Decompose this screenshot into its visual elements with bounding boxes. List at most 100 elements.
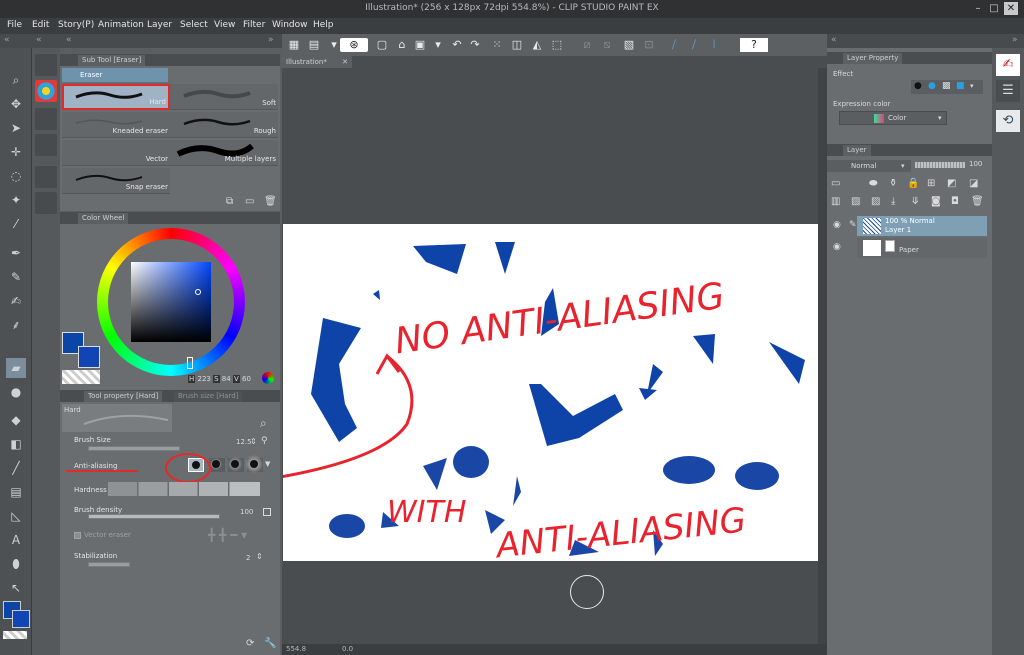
move-icon[interactable]: ✥ xyxy=(6,94,26,114)
pen-icon[interactable]: ✒ xyxy=(6,243,26,263)
menu-help[interactable]: Help xyxy=(313,20,334,30)
transparent-color-swatch[interactable] xyxy=(3,631,27,639)
tab-color-wheel[interactable]: Color Wheel xyxy=(78,213,129,224)
delete-subtool-icon[interactable]: 🗑 xyxy=(264,196,277,207)
new-raster-icon[interactable]: ▥ xyxy=(831,196,840,207)
brush-kneaded-eraser[interactable]: Kneaded eraser xyxy=(62,112,170,138)
transform-icon[interactable]: ⬚ xyxy=(550,38,564,52)
color-set-icon[interactable] xyxy=(35,166,57,188)
brush-hard[interactable]: Hard xyxy=(62,84,170,110)
close-tab-icon[interactable]: ✕ xyxy=(342,56,348,68)
expression-color-select[interactable]: Color ▾ xyxy=(839,111,947,125)
collapse-right-icon[interactable]: » xyxy=(1012,35,1018,45)
layer-property-icon[interactable]: ✍ xyxy=(996,54,1020,76)
layer-stack-icon[interactable]: ☰ xyxy=(996,80,1020,102)
menu-view[interactable]: View xyxy=(214,20,235,30)
undo-icon[interactable]: ↶ xyxy=(450,38,464,52)
saturation-value-square[interactable] xyxy=(131,262,211,342)
edit-pen-icon[interactable]: ✎ xyxy=(849,220,857,230)
menu-edit[interactable]: Edit xyxy=(32,20,49,30)
brush-snap-eraser[interactable]: Snap eraser xyxy=(62,168,170,194)
anti-aliasing-strong-button[interactable] xyxy=(247,458,263,472)
subtool-group-label[interactable]: Eraser xyxy=(62,68,168,82)
brush-icon[interactable]: ✍ xyxy=(6,291,26,311)
search-icon[interactable]: ⌕ xyxy=(260,416,267,431)
transparent-chip[interactable] xyxy=(62,370,100,384)
tab-subtool[interactable]: Sub Tool [Eraser] xyxy=(78,55,146,66)
apply-mask-icon[interactable]: ◘ xyxy=(951,196,959,207)
ruler-icon[interactable]: ◪ xyxy=(969,178,978,189)
pencil-icon[interactable]: ✎ xyxy=(6,267,26,287)
brush-size-icon[interactable] xyxy=(35,134,57,156)
collapse-right-icon[interactable]: » xyxy=(268,35,274,45)
deselect-icon[interactable]: ⁙ xyxy=(490,38,504,52)
pen-setting-icon[interactable]: ⧸ xyxy=(667,38,681,52)
vertical-scrollbar[interactable] xyxy=(818,68,827,644)
menu-icon[interactable]: ▤ xyxy=(307,38,321,52)
snap-grid-icon[interactable]: ▧ xyxy=(622,38,636,52)
layer-row[interactable]: Paper xyxy=(857,238,987,258)
pressure-icon[interactable]: ⚲ xyxy=(261,436,268,446)
tab-brush-size[interactable]: Brush size [Hard] xyxy=(174,391,243,402)
stepper-icon[interactable]: ⇕ xyxy=(250,437,257,446)
subtool-eraser-icon[interactable] xyxy=(35,54,57,76)
color-picker-handle[interactable] xyxy=(195,289,201,295)
auto-select-icon[interactable]: ✦ xyxy=(6,190,26,210)
stepper-icon[interactable]: ⇕ xyxy=(256,552,263,561)
frame-icon[interactable]: ▤ xyxy=(6,482,26,502)
menu-filter[interactable]: Filter xyxy=(243,20,265,30)
navigator-icon[interactable] xyxy=(35,192,57,214)
menu-file[interactable]: File xyxy=(7,20,22,30)
clip-studio-icon[interactable]: ⊛ xyxy=(340,38,368,52)
redo-icon[interactable]: ↷ xyxy=(468,38,482,52)
eyedropper-icon[interactable]: ⁄ xyxy=(6,214,26,234)
visibility-eye-icon[interactable]: ◉ xyxy=(833,220,841,230)
color-wheel-icon[interactable] xyxy=(35,80,57,102)
border-effect-icon[interactable]: ● xyxy=(914,81,922,91)
lock-icon[interactable]: 🔒 xyxy=(907,178,919,189)
brush-multiple-layers[interactable]: Multiple layers xyxy=(170,140,278,166)
sub-color-chip[interactable] xyxy=(78,346,100,368)
layer-mask-icon[interactable]: ◙ xyxy=(931,196,941,207)
dropdown-icon[interactable]: ▾ xyxy=(327,38,341,52)
delete-layer-icon[interactable]: 🗑 xyxy=(971,196,984,207)
blend-mode-select[interactable]: Normal ▾ xyxy=(827,160,911,172)
new-subtool-icon[interactable]: ▭ xyxy=(245,196,254,207)
reference-layer-icon[interactable]: ⚱ xyxy=(889,178,897,189)
copy-subtool-icon[interactable]: ⧉ xyxy=(226,196,233,207)
invert-icon[interactable]: ◫ xyxy=(510,38,524,52)
tab-tool-property[interactable]: Tool property [Hard] xyxy=(84,391,163,402)
mask-icon[interactable]: ◩ xyxy=(947,178,956,189)
menu-select[interactable]: Select xyxy=(180,20,208,30)
brush-rough[interactable]: Rough xyxy=(170,112,278,138)
menu-animation[interactable]: Animation xyxy=(98,20,144,30)
visibility-eye-icon[interactable]: ◉ xyxy=(833,242,841,252)
stabilization-value[interactable]: 2 xyxy=(246,554,250,562)
lasso-icon[interactable]: ◌ xyxy=(6,166,26,186)
ruler-icon[interactable]: ◺ xyxy=(6,506,26,526)
color-mode-icon[interactable] xyxy=(262,372,274,384)
merge-down-icon[interactable]: ⤋ xyxy=(911,196,919,207)
vector-eraser-options-icon[interactable]: ╋ ╋ ━ ▾ xyxy=(208,528,247,542)
drawing-canvas[interactable]: NO ANTI-ALIASING WITH ANTI-ALIASING xyxy=(172,224,818,567)
new-vector-icon[interactable]: ▧ xyxy=(851,196,860,207)
wrench-icon[interactable]: 🔧 xyxy=(264,638,276,649)
clip-layer-icon[interactable]: ⬬ xyxy=(869,178,878,189)
canvas-tab[interactable]: Illustration* ✕ xyxy=(282,56,352,68)
brush-vector[interactable]: Vector xyxy=(62,140,170,166)
collapse-left-icon[interactable]: « xyxy=(66,35,72,45)
snap-ruler-icon[interactable]: ⧄ xyxy=(580,38,594,52)
rotation-value[interactable]: 0.0 xyxy=(342,645,353,653)
menu-story[interactable]: Story(P) xyxy=(58,20,94,30)
history-icon[interactable]: ⟲ xyxy=(996,110,1020,132)
tool-property-icon[interactable] xyxy=(35,108,57,130)
pen-setting-icon[interactable]: ⦚ xyxy=(707,38,721,52)
lock-transparent-icon[interactable]: ⊞ xyxy=(927,178,935,189)
move-layer-icon[interactable]: ✛ xyxy=(6,142,26,162)
opacity-slider[interactable] xyxy=(915,162,965,168)
opacity-value[interactable]: 100 xyxy=(969,160,982,168)
tab-layer-property[interactable]: Layer Property xyxy=(843,53,903,64)
operation-icon[interactable]: ➤ xyxy=(6,118,26,138)
stabilization-slider[interactable] xyxy=(88,562,130,567)
snap-special-ruler-icon[interactable]: ⧅ xyxy=(600,38,614,52)
